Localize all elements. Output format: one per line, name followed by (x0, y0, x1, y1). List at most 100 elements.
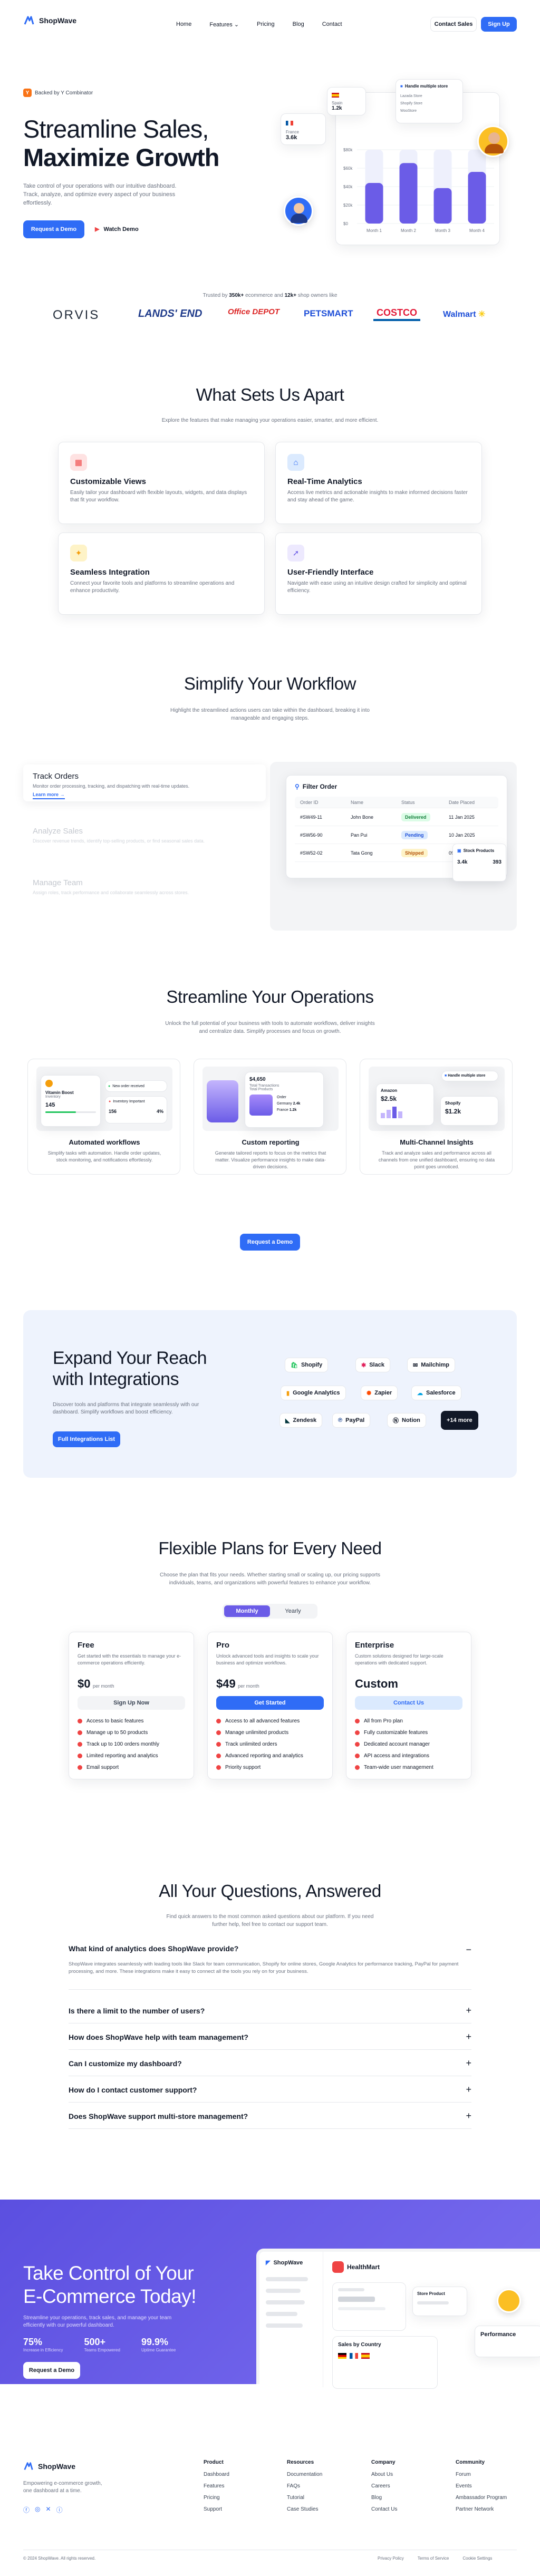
footer-link[interactable]: Tutorial (287, 2495, 322, 2501)
more-apps-badge[interactable]: +14 more (441, 1411, 478, 1430)
plan-feature: Track unlimited orders (216, 1741, 324, 1747)
app-mailchimp[interactable]: ✉ Mailchimp (407, 1358, 456, 1372)
linkedin-icon[interactable]: ⓘ (56, 2505, 63, 2514)
nav-pricing[interactable]: Pricing (257, 21, 275, 28)
faq-question: Does ShopWave support multi-store manage… (69, 2112, 248, 2120)
table-row[interactable]: #SW49-11 John Bone Delivered 11 Jan 2025 (295, 808, 498, 826)
footer-link[interactable]: About Us (371, 2472, 397, 2477)
stat-b: 4% (156, 1109, 163, 1114)
plan-feature: Priority support (216, 1765, 324, 1770)
faq-item[interactable]: Does ShopWave support multi-store manage… (69, 2104, 471, 2129)
tab-manage-team[interactable]: Manage Team Assign roles, track performa… (33, 878, 265, 895)
nav-contact[interactable]: Contact (322, 21, 342, 28)
ops-request-demo-button[interactable]: Request a Demo (240, 1234, 300, 1251)
faq-item[interactable]: Is there a limit to the number of users?… (69, 1998, 471, 2023)
y-combinator-icon: Y (23, 89, 32, 97)
app-notion[interactable]: Ⓝ Notion (387, 1413, 426, 1428)
handle-store-chip-label: Handle multiple store (448, 1074, 486, 1078)
table-row[interactable]: #SW56-90 Pan Pui Pending 10 Jan 2025 (295, 826, 498, 844)
app-paypal[interactable]: ℗ PayPal (332, 1413, 371, 1428)
footer-link[interactable]: Forum (456, 2472, 507, 2477)
footer-link[interactable]: Dashboard (204, 2472, 229, 2477)
stat-uptime: 99.9% Uptime Guarantee (141, 2337, 176, 2352)
contact-sales-button[interactable]: Contact Sales (430, 17, 477, 32)
faq-item[interactable]: How does ShopWave help with team managem… (69, 2025, 471, 2050)
feature-text: Track up to 100 orders monthly (86, 1741, 160, 1747)
contact-us-button[interactable]: Contact Us (355, 1696, 462, 1710)
faq-item-open[interactable]: What kind of analytics does ShopWave pro… (69, 1944, 471, 1990)
column-header: Order ID (300, 799, 319, 805)
walmart-logo: Walmart ✳ (443, 309, 485, 319)
analytics-icon: ⌂ (287, 454, 304, 471)
footer-link[interactable]: FAQs (287, 2483, 322, 2489)
sign-up-button[interactable]: Sign Up (481, 17, 517, 32)
feature-text: Team-wide user management (364, 1765, 433, 1770)
footer-link[interactable]: Support (204, 2506, 229, 2512)
footer-link[interactable]: Documentation (287, 2472, 322, 2477)
notion-icon: Ⓝ (393, 1418, 399, 1424)
footer-logo[interactable]: ShopWave (23, 2461, 75, 2472)
footer-link[interactable]: Features (204, 2483, 229, 2489)
instagram-icon[interactable]: ◎ (35, 2505, 40, 2514)
faq-question: Can I customize my dashboard? (69, 2059, 182, 2068)
terms-link[interactable]: Terms of Service (418, 2556, 449, 2561)
pointer-icon: ➚ (287, 545, 304, 561)
france-flag-icon (350, 2353, 358, 2359)
avatar-user-2 (477, 125, 509, 157)
check-icon (216, 1754, 221, 1758)
toggle-monthly[interactable]: Monthly (224, 1605, 270, 1617)
tab-track-orders[interactable]: Track Orders Monitor order processing, t… (23, 764, 266, 801)
nav-features[interactable]: Features ⌄ (209, 21, 239, 28)
country-flags (338, 2353, 432, 2359)
operations-subtitle: Unlock the full potential of your busine… (165, 1021, 375, 1034)
app-zapier[interactable]: ✺ Zapier (361, 1386, 398, 1400)
spark-icon: ✳ (478, 310, 486, 319)
tab-analyze-sales[interactable]: Analyze Sales Discover revenue trends, i… (33, 827, 265, 844)
nav-home[interactable]: Home (176, 21, 191, 28)
footer-link[interactable]: Case Studies (287, 2506, 322, 2512)
footer-link[interactable]: Contact Us (371, 2506, 397, 2512)
privacy-policy-link[interactable]: Privacy Policy (378, 2556, 404, 2561)
footer-link[interactable]: Partner Network (456, 2506, 507, 2512)
operations-title: Streamline Your Operations (166, 987, 374, 1006)
footer-brand: ShopWave (38, 2462, 76, 2471)
layout-icon: ▦ (70, 454, 87, 471)
twitter-icon[interactable]: ✕ (46, 2505, 51, 2514)
report-side-bar (207, 1080, 238, 1122)
app-shopify[interactable]: 🛍 Shopify (285, 1358, 329, 1372)
trusted-suffix: shop owners like (296, 293, 338, 298)
cta-request-demo-button[interactable]: Request a Demo (23, 2362, 80, 2379)
faq-item[interactable]: Can I customize my dashboard? + (69, 2051, 471, 2076)
app-google-analytics[interactable]: ▮ Google Analytics (281, 1386, 346, 1400)
facebook-icon[interactable]: ⓕ (23, 2505, 30, 2514)
footer-link[interactable]: Careers (371, 2483, 397, 2489)
cookie-settings-link[interactable]: Cookie Settings (462, 2556, 492, 2561)
walmart-wordmark: Walmart (443, 310, 476, 319)
app-zendesk[interactable]: ◣ Zendesk (279, 1413, 323, 1428)
check-icon (216, 1742, 221, 1747)
status-badge: Pending (401, 830, 428, 839)
request-demo-button[interactable]: Request a Demo (23, 220, 84, 238)
footer-link[interactable]: Ambassador Program (456, 2495, 507, 2501)
store-name: Shopify (445, 1101, 461, 1106)
footer-link[interactable]: Blog (371, 2495, 397, 2501)
watch-demo-label: Watch Demo (103, 226, 139, 233)
get-started-button[interactable]: Get Started (216, 1696, 324, 1710)
preview-metric-card (332, 2282, 406, 2331)
watch-demo-button[interactable]: ▶ Watch Demo (95, 226, 139, 233)
filter-order-title: Filter Order (302, 783, 338, 790)
full-integrations-button[interactable]: Full Integrations List (53, 1431, 120, 1447)
sign-up-now-button[interactable]: Sign Up Now (78, 1696, 185, 1710)
brand-logo[interactable]: ShopWave (23, 15, 76, 26)
learn-more-link[interactable]: Learn more → (33, 792, 65, 799)
faq-item[interactable]: How do I contact customer support? + (69, 2077, 471, 2103)
table-cell: 10 Jan 2025 (449, 832, 475, 838)
nav-blog[interactable]: Blog (293, 21, 304, 28)
footer-link[interactable]: Events (456, 2483, 507, 2489)
footer-link[interactable]: Pricing (204, 2495, 229, 2501)
app-salesforce[interactable]: ☁ Salesforce (411, 1386, 461, 1400)
app-slack[interactable]: ✱ Slack (355, 1358, 390, 1372)
toggle-yearly[interactable]: Yearly (270, 1605, 316, 1617)
feature-text: Advanced reporting and analytics (225, 1753, 303, 1759)
learn-more-label: Learn more (33, 792, 59, 797)
